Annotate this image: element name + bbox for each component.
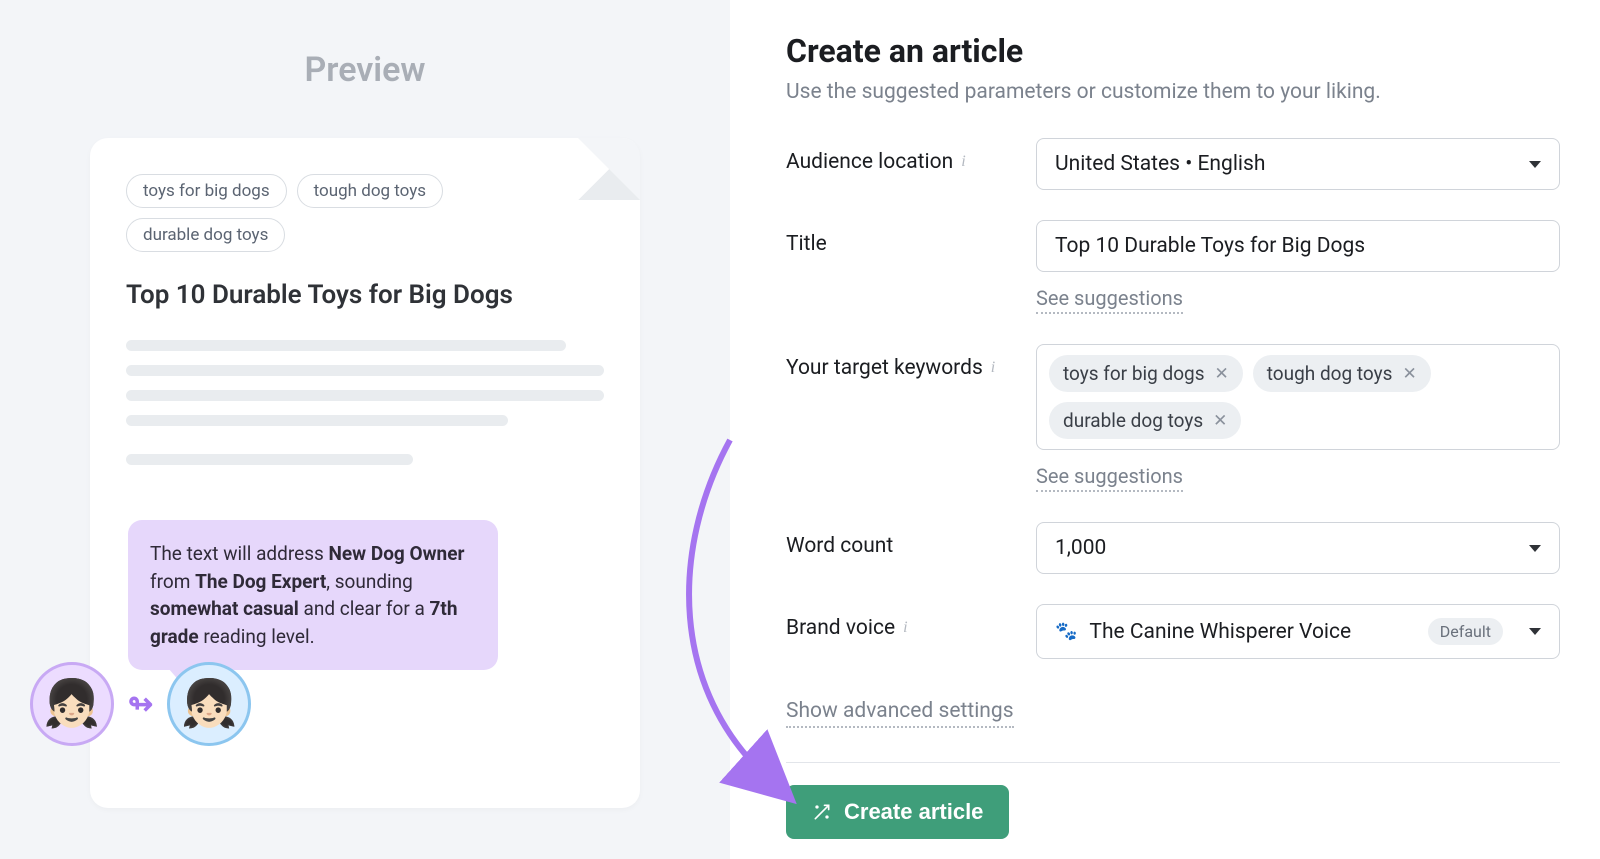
voice-summary-tooltip: The text will address New Dog Owner from…: [128, 520, 498, 670]
preview-article-title: Top 10 Durable Toys for Big Dogs: [126, 280, 604, 310]
form-heading: Create an article: [786, 32, 1560, 70]
audience-value: United States • English: [1055, 152, 1265, 176]
skeleton-line: [126, 340, 566, 351]
brand-value: The Canine Whisperer Voice: [1089, 620, 1351, 644]
label-wordcount: Word count: [786, 522, 1036, 558]
keyword-tag: tough dog toys ✕: [1253, 355, 1431, 392]
keywords-input[interactable]: toys for big dogs ✕ tough dog toys ✕ dur…: [1036, 344, 1560, 450]
title-input[interactable]: Top 10 Durable Toys for Big Dogs: [1036, 220, 1560, 272]
keyword-tag: toys for big dogs ✕: [1049, 355, 1243, 392]
title-value: Top 10 Durable Toys for Big Dogs: [1055, 234, 1365, 258]
title-suggestions-link[interactable]: See suggestions: [1036, 286, 1183, 314]
divider: [786, 762, 1560, 763]
tooltip-text: reading level.: [199, 625, 315, 648]
remove-tag-icon[interactable]: ✕: [1215, 364, 1229, 384]
skeleton-line: [126, 415, 508, 426]
preview-tag: durable dog toys: [126, 218, 285, 252]
label-title: Title: [786, 220, 1036, 256]
preview-tag: toys for big dogs: [126, 174, 287, 208]
skeleton-line: [126, 454, 413, 465]
wordcount-value: 1,000: [1055, 536, 1106, 560]
create-article-form: Create an article Use the suggested para…: [730, 0, 1600, 859]
info-icon[interactable]: i: [991, 359, 995, 377]
paw-icon: 🐾: [1055, 621, 1077, 642]
label-brand: Brand voice i: [786, 604, 1036, 640]
skeleton-line: [126, 365, 604, 376]
transform-arrow-icon: ↬: [128, 687, 153, 722]
remove-tag-icon[interactable]: ✕: [1213, 411, 1227, 431]
label-audience: Audience location i: [786, 138, 1036, 174]
remove-tag-icon[interactable]: ✕: [1402, 364, 1416, 384]
default-badge: Default: [1428, 618, 1503, 645]
skeleton-line: [126, 390, 604, 401]
wordcount-select[interactable]: 1,000: [1036, 522, 1560, 574]
show-advanced-settings-link[interactable]: Show advanced settings: [786, 699, 1014, 728]
brand-voice-select[interactable]: 🐾 The Canine Whisperer Voice Default: [1036, 604, 1560, 659]
audience-select[interactable]: United States • English: [1036, 138, 1560, 190]
info-icon[interactable]: i: [903, 619, 907, 637]
avatar-source: 👧🏻: [30, 662, 114, 746]
avatar-target: 👧🏻: [167, 662, 251, 746]
chevron-down-icon: [1529, 628, 1541, 635]
preview-tag: tough dog toys: [297, 174, 443, 208]
create-article-button[interactable]: Create article: [786, 785, 1009, 839]
tooltip-tone: somewhat casual: [150, 597, 299, 620]
tooltip-text: The text will address: [150, 542, 329, 565]
persona-transform-row: 👧🏻 ↬ 👧🏻: [30, 662, 251, 746]
tooltip-brand: The Dog Expert: [195, 570, 326, 593]
tooltip-text: from: [150, 570, 195, 593]
preview-tags: toys for big dogs tough dog toys durable…: [126, 174, 604, 252]
preview-panel: Preview toys for big dogs tough dog toys…: [0, 0, 730, 859]
wand-icon: [812, 802, 832, 822]
keyword-tag: durable dog toys ✕: [1049, 402, 1241, 439]
chevron-down-icon: [1529, 545, 1541, 552]
keywords-suggestions-link[interactable]: See suggestions: [1036, 464, 1183, 492]
form-subheading: Use the suggested parameters or customiz…: [786, 80, 1560, 104]
create-button-label: Create article: [844, 799, 983, 825]
tooltip-text: and clear for a: [299, 597, 430, 620]
label-keywords: Your target keywords i: [786, 344, 1036, 380]
tooltip-persona: New Dog Owner: [329, 542, 465, 565]
info-icon[interactable]: i: [961, 153, 965, 171]
chevron-down-icon: [1529, 161, 1541, 168]
preview-heading: Preview: [90, 50, 640, 90]
tooltip-text: , sounding: [326, 570, 413, 593]
